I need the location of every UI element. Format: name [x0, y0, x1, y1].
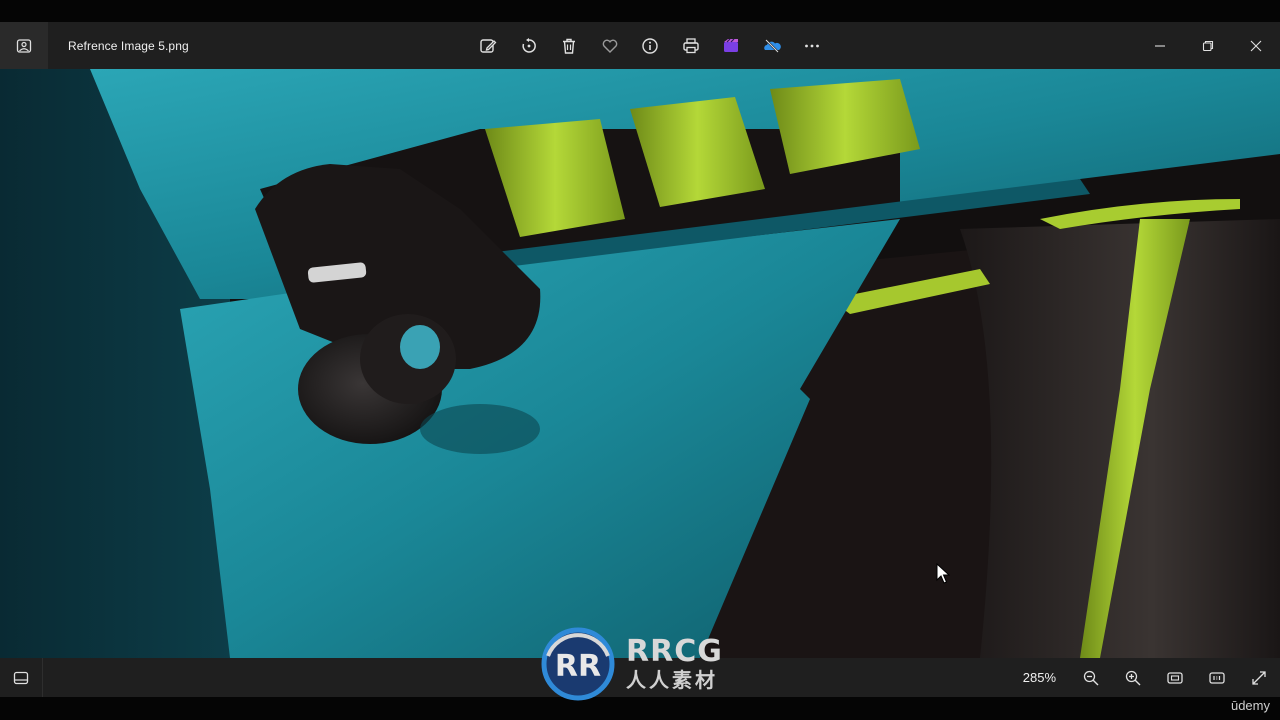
title-bar: Refrence Image 5.png	[0, 22, 1280, 69]
onedrive-icon	[763, 38, 781, 53]
actual-size-button[interactable]	[1196, 658, 1238, 697]
close-button[interactable]	[1232, 22, 1280, 69]
zoom-in-icon	[1125, 670, 1141, 685]
udemy-label: ūdemy	[1230, 698, 1270, 713]
zoom-level[interactable]: 285%	[1023, 670, 1056, 685]
watermark-title: RRCG	[626, 634, 723, 669]
more-options-button[interactable]	[792, 22, 833, 69]
watermark-subtitle: 人人素材	[626, 668, 718, 692]
edit-icon	[480, 38, 497, 53]
edit-image-button[interactable]	[468, 22, 509, 69]
print-button[interactable]	[671, 22, 712, 69]
image-viewport[interactable]	[0, 69, 1280, 658]
rotate-icon	[522, 37, 536, 53]
zoom-out-icon	[1083, 670, 1099, 685]
clipchamp-icon	[724, 38, 739, 52]
restore-button[interactable]	[1184, 22, 1232, 69]
favorite-button[interactable]	[590, 22, 631, 69]
close-icon	[1250, 40, 1262, 51]
filmstrip-toggle-button[interactable]	[0, 658, 43, 697]
fullscreen-button[interactable]	[1238, 658, 1280, 697]
reference-image	[0, 69, 1280, 658]
file-info-button[interactable]	[630, 22, 671, 69]
mouse-cursor-icon	[936, 563, 950, 584]
fullscreen-icon	[1252, 670, 1266, 685]
onedrive-button[interactable]	[752, 22, 793, 69]
fit-to-window-icon	[1167, 671, 1183, 684]
ellipsis-icon	[805, 44, 820, 47]
info-icon	[642, 37, 658, 54]
rrcg-watermark: RR RRCG 人人素材	[540, 626, 740, 702]
window-controls	[1136, 22, 1280, 69]
toolbar	[468, 22, 833, 69]
delete-button[interactable]	[549, 22, 590, 69]
heart-icon	[602, 39, 618, 53]
zoom-controls: 285%	[1023, 658, 1280, 697]
zoom-out-button[interactable]	[1070, 658, 1112, 697]
fit-to-window-button[interactable]	[1154, 658, 1196, 697]
minimize-icon	[1155, 44, 1165, 47]
svg-text:RR: RR	[555, 649, 601, 684]
rrcg-logo-icon: RR	[541, 627, 615, 701]
clipchamp-button[interactable]	[711, 22, 752, 69]
zoom-in-button[interactable]	[1112, 658, 1154, 697]
restore-icon	[1202, 40, 1214, 51]
filmstrip-icon	[13, 671, 29, 684]
actual-size-icon	[1209, 671, 1225, 684]
file-title: Refrence Image 5.png	[68, 38, 189, 53]
letterbox-top	[0, 0, 1280, 22]
printer-icon	[683, 37, 699, 53]
rotate-button[interactable]	[509, 22, 550, 69]
minimize-button[interactable]	[1136, 22, 1184, 69]
trash-icon	[563, 38, 576, 54]
photos-app-icon[interactable]	[0, 22, 48, 69]
